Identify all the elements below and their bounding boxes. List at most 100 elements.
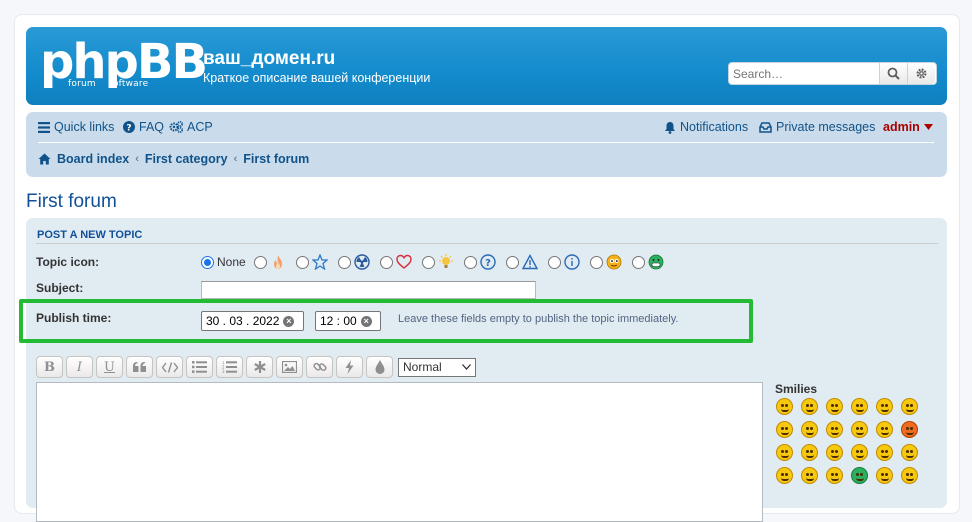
smiley-icon[interactable] <box>801 398 818 415</box>
topic-icon-radio-star[interactable] <box>295 255 309 269</box>
list-button[interactable] <box>186 356 213 378</box>
asterisk-icon <box>253 361 266 373</box>
image-icon <box>282 361 297 373</box>
post-form-panel: POST A NEW TOPIC Topic icon: None ? Subj… <box>19 218 947 522</box>
topic-icon-radio-radioactive[interactable] <box>337 255 351 269</box>
smiley-icon[interactable] <box>776 444 793 461</box>
home-icon <box>38 153 51 165</box>
breadcrumb-separator: ‹ <box>135 153 139 165</box>
smiley-icon[interactable] <box>826 421 843 438</box>
site-title[interactable]: ваш_домен.ru <box>203 48 335 70</box>
topic-icon-radio-question[interactable] <box>463 255 477 269</box>
smiley-icon[interactable] <box>851 444 868 461</box>
smilies-label: Smilies <box>775 382 818 396</box>
link-icon <box>312 362 327 372</box>
smiley-icon[interactable] <box>801 467 818 484</box>
flash-button[interactable] <box>336 356 363 378</box>
smiley-icon[interactable] <box>901 398 918 415</box>
topic-icon-radio-none[interactable] <box>201 255 214 269</box>
smiley-icon[interactable] <box>901 444 918 461</box>
font-size-select[interactable]: Normal <box>398 357 476 377</box>
quote-button[interactable] <box>126 356 153 378</box>
numbered-list-button[interactable]: 1 2 3 <box>216 356 243 378</box>
smiley-icon[interactable] <box>851 398 868 415</box>
user-menu[interactable]: admin <box>883 120 933 134</box>
message-textarea[interactable] <box>36 382 763 522</box>
publish-time-input[interactable]: 12 : 00 × <box>315 311 381 331</box>
smiley-icon[interactable] <box>851 421 868 438</box>
image-button[interactable] <box>276 356 303 378</box>
smiley-icon[interactable] <box>776 398 793 415</box>
acp-link[interactable]: ACP <box>169 120 213 134</box>
question-circle-icon: ? <box>123 121 135 133</box>
publish-time-label: Publish time: <box>36 311 112 325</box>
heading-divider <box>36 243 938 244</box>
smilies-grid <box>776 398 926 484</box>
topic-icon-radio-warning[interactable] <box>505 255 519 269</box>
svg-text:?: ? <box>485 258 491 269</box>
code-button[interactable] <box>156 356 183 378</box>
font-size-value: Normal <box>403 360 442 374</box>
smiley-icon[interactable] <box>876 467 893 484</box>
search-box <box>728 62 937 85</box>
smiley-icon[interactable] <box>776 421 793 438</box>
smiley-icon[interactable] <box>826 398 843 415</box>
phpbb-logo[interactable]: phpBB forum software <box>40 34 208 92</box>
code-icon <box>161 361 178 373</box>
clear-time-icon[interactable]: × <box>360 315 372 327</box>
link-button[interactable] <box>306 356 333 378</box>
navbar: Quick links ? FAQ ACP Notifications Priv… <box>26 112 947 177</box>
color-button[interactable] <box>366 356 393 378</box>
breadcrumb-board-index[interactable]: Board index <box>57 152 129 166</box>
quick-links-menu[interactable]: Quick links <box>38 120 114 134</box>
publish-time-value: 12 : 00 <box>320 314 357 328</box>
hamburger-icon <box>38 121 50 133</box>
breadcrumb: Board index ‹ First category ‹ First for… <box>38 151 309 167</box>
smiley-icon[interactable] <box>876 398 893 415</box>
username: admin <box>883 120 920 134</box>
topic-icon-none-label: None <box>217 255 246 269</box>
topic-icon-radio-grin[interactable] <box>631 255 645 269</box>
bolt-icon <box>345 360 354 374</box>
smiley-icon[interactable] <box>801 421 818 438</box>
smiley-icon[interactable] <box>851 467 868 484</box>
publish-date-input[interactable]: 30 . 03 . 2022 × <box>201 311 304 331</box>
bold-button[interactable]: B <box>36 356 63 378</box>
svg-text:?: ? <box>126 124 131 134</box>
list-item-button[interactable] <box>246 356 273 378</box>
underline-label: U <box>104 359 115 375</box>
smiley-icon[interactable] <box>901 421 918 438</box>
notifications-link[interactable]: Notifications <box>664 120 748 134</box>
search-button[interactable] <box>879 63 907 84</box>
advanced-search-button[interactable] <box>907 63 935 84</box>
breadcrumb-first-category[interactable]: First category <box>145 152 228 166</box>
publish-date-value: 30 . 03 . 2022 <box>206 314 280 328</box>
bbcode-toolbar: B I U 1 2 3 Normal <box>36 356 476 378</box>
smiley-icon[interactable] <box>826 444 843 461</box>
search-input[interactable] <box>729 63 879 84</box>
smiley-icon[interactable] <box>801 444 818 461</box>
smiley-icon[interactable] <box>876 421 893 438</box>
form-heading: POST A NEW TOPIC <box>37 229 143 241</box>
italic-button[interactable]: I <box>66 356 93 378</box>
smiley-icon[interactable] <box>876 444 893 461</box>
smiley-icon[interactable] <box>901 467 918 484</box>
topic-icon-radio-heart[interactable] <box>379 255 393 269</box>
quick-links-label: Quick links <box>54 120 115 134</box>
topic-icon-radio-info[interactable] <box>547 255 561 269</box>
smiley-icon[interactable] <box>776 467 793 484</box>
underline-button[interactable]: U <box>96 356 123 378</box>
bell-icon <box>665 121 675 134</box>
breadcrumb-first-forum[interactable]: First forum <box>243 152 309 166</box>
clear-date-icon[interactable]: × <box>283 315 295 327</box>
question-icon: ? <box>479 254 496 270</box>
topic-icon-radio-wink[interactable] <box>589 255 603 269</box>
smiley-icon[interactable] <box>826 467 843 484</box>
page-title[interactable]: First forum <box>26 191 117 213</box>
private-messages-link[interactable]: Private messages <box>759 120 875 134</box>
topic-icon-radio-lightbulb[interactable] <box>421 255 435 269</box>
topic-icon-radio-fire[interactable] <box>253 255 267 269</box>
faq-link[interactable]: ? FAQ <box>123 120 164 134</box>
cogs-icon <box>169 121 183 133</box>
subject-input[interactable] <box>201 281 536 299</box>
